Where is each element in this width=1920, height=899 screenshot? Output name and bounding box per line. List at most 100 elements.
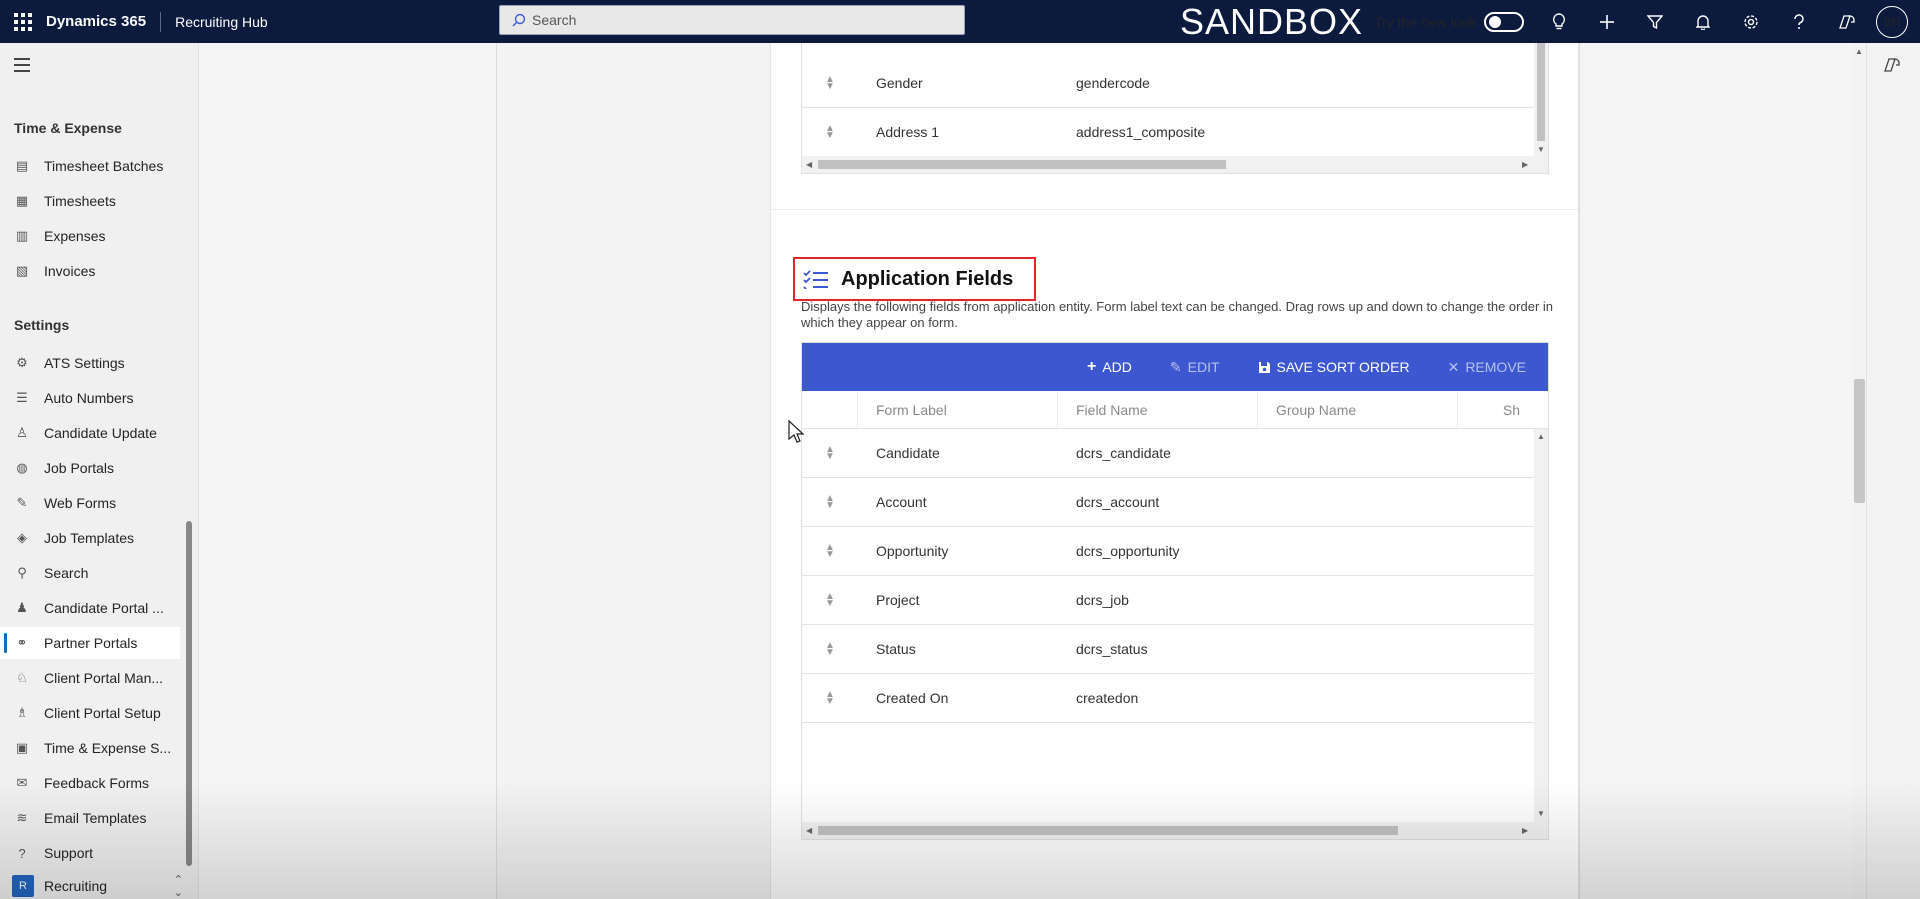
drag-handle-icon[interactable]: ▲ ▼ (802, 690, 858, 707)
search-input[interactable]: Search (499, 5, 965, 35)
scroll-down-icon[interactable]: ▼ (1537, 809, 1545, 818)
people-settings-icon: ♘ (16, 670, 28, 685)
sidebar-item-partner-portals[interactable]: ⚭ Partner Portals (0, 627, 180, 659)
drag-handle-icon[interactable]: ▲ ▼ (802, 641, 858, 658)
scroll-left-icon[interactable]: ◀ (806, 826, 812, 835)
sidebar-item-time-expense-settings[interactable]: ▣ Time & Expense S... (0, 732, 180, 764)
horizontal-scrollbar[interactable]: ◀ ▶ (802, 156, 1548, 173)
filter-icon[interactable] (1631, 0, 1679, 43)
sidebar-item-label: Email Templates (44, 810, 147, 826)
sidebar-item-client-portal-management[interactable]: ♘ Client Portal Man... (0, 662, 180, 694)
field-name-cell: dcrs_opportunity (1076, 543, 1180, 559)
sidebar-item-timesheets[interactable]: ▦ Timesheets (0, 185, 180, 217)
copilot-icon[interactable] (1884, 57, 1900, 78)
save-sort-order-button[interactable]: SAVE SORT ORDER (1258, 359, 1410, 375)
sidebar-item-ats-settings[interactable]: ⚙ ATS Settings (0, 347, 180, 379)
sidebar-item-label: Support (44, 845, 94, 861)
horizontal-scrollbar[interactable]: ◀ ▶ (802, 822, 1548, 839)
hamburger-menu-icon[interactable] (14, 58, 30, 76)
form-label-cell: Address 1 (876, 124, 940, 140)
scroll-up-icon[interactable]: ▲ (1855, 47, 1863, 56)
remove-button-label: REMOVE (1465, 359, 1526, 375)
form-label-cell: Project (876, 592, 920, 608)
scroll-up-icon[interactable]: ▲ (1537, 432, 1545, 441)
avatar[interactable]: BH (1876, 6, 1908, 38)
sidebar-item-feedback-forms[interactable]: ✉ Feedback Forms (0, 767, 180, 799)
scroll-down-icon[interactable]: ▼ (1537, 145, 1545, 154)
scroll-left-icon[interactable]: ◀ (806, 160, 812, 169)
template-icon: ◈ (17, 530, 27, 545)
edit-button[interactable]: ✎ EDIT (1170, 359, 1220, 376)
sidebar-item-label: Web Forms (44, 495, 117, 511)
close-icon: ✕ (1447, 358, 1460, 375)
column-header-field-name[interactable]: Field Name (1058, 390, 1258, 429)
column-header-form-label[interactable]: Form Label (858, 390, 1058, 429)
app-name[interactable]: Recruiting Hub (161, 14, 268, 30)
remove-button[interactable]: ✕ REMOVE (1448, 359, 1526, 376)
table-row[interactable]: ▲ ▼ Opportunity dcrs_opportunity (802, 527, 1535, 576)
lightbulb-icon[interactable] (1535, 0, 1583, 43)
drag-handle-icon[interactable]: ▲ ▼ (802, 543, 858, 560)
edit-icon: ✎ (1169, 358, 1182, 375)
field-name-cell: dcrs_account (1076, 494, 1160, 510)
page-scroll-thumb[interactable] (1854, 379, 1865, 503)
sidebar-item-label: Search (44, 565, 89, 581)
column-headers: Form Label Field Name Group Name Sh (802, 390, 1548, 429)
application-fields-grid: + ADD ✎ EDIT SAVE SORT ORDER ✕ REMOVE Fo… (801, 342, 1549, 840)
table-row[interactable]: ▲ ▼ Candidate dcrs_candidate (802, 429, 1535, 478)
table-row[interactable]: ▲ ▼ Address 1 address1_composite (802, 108, 1535, 157)
vertical-scrollbar[interactable]: ▲ ▼ (1534, 429, 1548, 822)
sidebar-scrollbar[interactable] (186, 521, 192, 866)
globe-icon: ◍ (16, 460, 28, 475)
sidebar-item-web-forms[interactable]: ✎ Web Forms (0, 487, 180, 519)
scroll-thumb[interactable] (818, 826, 1398, 835)
copilot-icon[interactable] (1823, 0, 1871, 43)
sidebar-item-support[interactable]: ? Support (0, 837, 180, 869)
plus-icon[interactable] (1583, 0, 1631, 43)
scroll-thumb[interactable] (818, 160, 1226, 169)
area-badge: R (12, 875, 34, 897)
sidebar-item-timesheet-batches[interactable]: ▤ Timesheet Batches (0, 150, 180, 182)
sidebar-item-client-portal-setup[interactable]: ♗ Client Portal Setup (0, 697, 180, 729)
sidebar-item-search[interactable]: ⚲ Search (0, 557, 180, 589)
brand-name[interactable]: Dynamics 365 (46, 11, 162, 32)
search-icon (512, 13, 526, 27)
try-new-look[interactable]: Try the new look (1374, 0, 1525, 43)
new-look-toggle[interactable] (1484, 11, 1525, 32)
column-header-group-name[interactable]: Group Name (1258, 390, 1458, 429)
help-icon[interactable] (1775, 0, 1823, 43)
table-row[interactable]: ▲ ▼ Project dcrs_job (802, 576, 1535, 625)
drag-handle-icon[interactable]: ▲ ▼ (802, 592, 858, 609)
waffle-icon[interactable] (0, 0, 46, 43)
table-row[interactable]: ▲ ▼ Account dcrs_account (802, 478, 1535, 527)
sidebar-item-auto-numbers[interactable]: ☰ Auto Numbers (0, 382, 180, 414)
sidebar-item-expenses[interactable]: ▥ Expenses (0, 220, 180, 252)
sidebar-item-label: Feedback Forms (44, 775, 150, 791)
field-name-cell: dcrs_status (1076, 641, 1148, 657)
bell-icon[interactable] (1679, 0, 1727, 43)
drag-handle-icon[interactable]: ▲ ▼ (802, 124, 858, 141)
table-row[interactable]: ▲ ▼ Gender gendercode (802, 59, 1535, 108)
sidebar-item-candidate-portal[interactable]: ♟ Candidate Portal ... (0, 592, 180, 624)
drag-handle-icon[interactable]: ▲ ▼ (802, 75, 858, 92)
gear-icon[interactable] (1727, 0, 1775, 43)
gear-icon: ⚙ (16, 355, 28, 370)
sidebar-item-job-templates[interactable]: ◈ Job Templates (0, 522, 180, 554)
scroll-right-icon[interactable]: ▶ (1522, 826, 1528, 835)
scroll-right-icon[interactable]: ▶ (1522, 160, 1528, 169)
drag-handle-icon[interactable]: ▲ ▼ (802, 494, 858, 511)
add-button[interactable]: + ADD (1087, 358, 1132, 376)
sidebar-item-invoices[interactable]: ▧ Invoices (0, 255, 180, 287)
table-row[interactable]: ▲ ▼ Status dcrs_status (802, 625, 1535, 674)
table-row[interactable]: ▲ ▼ Created On createdon (802, 674, 1535, 723)
scroll-thumb[interactable] (1537, 43, 1545, 141)
drag-handle-icon[interactable]: ▲ ▼ (802, 445, 858, 462)
sidebar-item-job-portals[interactable]: ◍ Job Portals (0, 452, 180, 484)
area-switcher[interactable]: R Recruiting ⌃ ⌄ (0, 873, 199, 899)
timesheet-icon: ▦ (15, 193, 29, 208)
sidebar-item-candidate-update[interactable]: ♙ Candidate Update (0, 417, 180, 449)
vertical-scrollbar[interactable]: ▼ (1534, 43, 1548, 157)
help-circle-icon: ? (18, 845, 26, 861)
sidebar-item-email-templates[interactable]: ≋ Email Templates (0, 802, 180, 834)
column-header-sh[interactable]: Sh (1458, 391, 1548, 429)
